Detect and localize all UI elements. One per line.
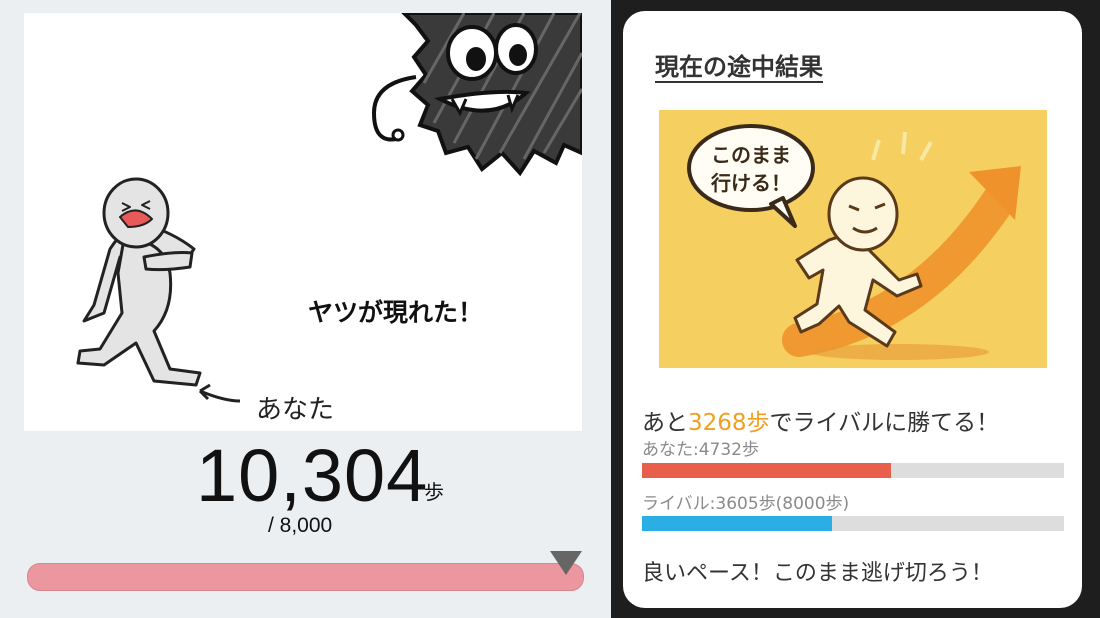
you-label: あなた xyxy=(256,395,334,425)
your-steps-label: あなた:4732歩 xyxy=(642,440,759,460)
running-illustration: このまま 行ける！ xyxy=(659,110,1047,368)
monster-icon xyxy=(371,13,582,177)
rival-progress-bar xyxy=(642,516,1064,531)
step-progress-bar xyxy=(27,563,584,591)
remaining-steps-value: 3268歩 xyxy=(688,410,770,436)
status-suffix: でライバルに勝てる！ xyxy=(769,410,1000,436)
status-prefix: あと xyxy=(642,410,688,436)
your-progress-fill xyxy=(642,463,891,478)
midway-result-card: 現在の途中結果 このまま 行ける！ あと3268歩でライバルに勝てる！ あなた:… xyxy=(623,11,1082,608)
speech-line-1: このまま xyxy=(711,143,791,167)
card-title: 現在の途中結果 xyxy=(655,53,823,81)
step-count: 10,304 xyxy=(196,434,429,517)
encounter-illustration: あなた ヤツが現れた！ xyxy=(24,13,582,431)
step-unit: 歩 xyxy=(424,480,444,504)
rival-progress-fill xyxy=(642,516,832,531)
runner-icon xyxy=(793,176,923,348)
step-counter: 10,304 歩 xyxy=(0,436,611,516)
monster-appeared-text: ヤツが現れた！ xyxy=(308,298,483,327)
step-panel: あなた ヤツが現れた！ 10,304 歩 / 8,000 xyxy=(0,0,611,618)
speech-line-2: 行ける！ xyxy=(710,171,791,195)
rival-steps-label: ライバル:3605歩(8000歩) xyxy=(642,494,850,514)
running-drawing: このまま 行ける！ xyxy=(687,124,1021,360)
arrow-icon xyxy=(198,383,241,403)
step-goal: / 8,000 xyxy=(268,514,333,537)
your-progress-bar xyxy=(642,463,1064,478)
remaining-steps-text: あと3268歩でライバルに勝てる！ xyxy=(642,403,999,437)
encouragement-message: 良いペース！このまま逃げ切ろう！ xyxy=(642,561,993,586)
encounter-drawing: あなた ヤツが現れた！ xyxy=(76,13,582,425)
progress-marker-icon xyxy=(550,551,582,575)
scared-person-icon xyxy=(76,177,202,387)
